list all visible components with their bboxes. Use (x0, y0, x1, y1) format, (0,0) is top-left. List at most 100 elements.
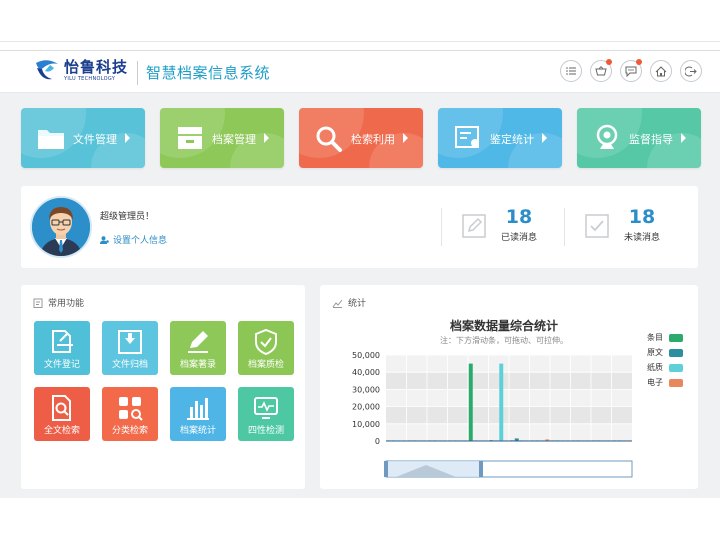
list-icon[interactable] (560, 60, 582, 82)
home-icon[interactable] (650, 60, 672, 82)
bar-电子[interactable] (442, 440, 447, 441)
legend-label: 原文 (647, 348, 663, 357)
bar-条目[interactable] (489, 440, 494, 441)
tile-archive-management[interactable]: 档案管理 (160, 108, 284, 168)
unread-label: 未读消息 (624, 233, 661, 243)
zoom-handle[interactable] (384, 461, 388, 477)
bar-电子[interactable] (504, 440, 509, 441)
notification-dot (606, 59, 612, 65)
bar-纸质[interactable] (396, 440, 401, 441)
y-tick-label: 0 (375, 437, 380, 446)
bar-纸质[interactable] (540, 440, 545, 441)
folder-icon (38, 130, 64, 149)
legend-item[interactable]: 纸质 (647, 360, 683, 375)
bar-原文[interactable] (473, 440, 478, 441)
zoom-slider[interactable] (385, 460, 633, 478)
bar-电子[interactable] (545, 439, 550, 441)
func-fulltext-search[interactable]: 全文检索 (34, 387, 90, 441)
bar-纸质[interactable] (417, 440, 422, 441)
bar-条目[interactable] (448, 440, 453, 441)
message-icon[interactable] (620, 59, 642, 82)
header: 怡鲁科技 YILU TECHNOLOGY 智慧档案信息系统 (0, 51, 720, 93)
bar-纸质[interactable] (437, 440, 442, 441)
bar-原文[interactable] (576, 440, 581, 441)
tile-label: 检索利用 (351, 133, 395, 146)
bar-原文[interactable] (535, 440, 540, 441)
bar-原文[interactable] (453, 440, 458, 441)
unread-messages-stat[interactable]: 18 未读消息 (584, 208, 660, 243)
tile-label: 档案管理 (212, 133, 256, 146)
bar-纸质[interactable] (622, 440, 627, 441)
func-archive-record[interactable]: 档案著录 (170, 321, 226, 375)
bar-纸质[interactable] (499, 363, 504, 441)
func-quality-check[interactable]: 档案质检 (238, 321, 294, 375)
tile-supervision-guidance[interactable]: 监督指导 (577, 108, 701, 168)
tile-file-management[interactable]: 文件管理 (21, 108, 145, 168)
bar-条目[interactable] (530, 440, 535, 441)
function-grid: 文件登记 文件归档 档案著录 档案质检 全文检索 分类检索 档案统计 四性检测 (34, 321, 294, 441)
bar-原文[interactable] (412, 440, 417, 441)
bar-条目[interactable] (509, 440, 514, 441)
legend-item[interactable]: 原文 (647, 345, 683, 360)
bar-纸质[interactable] (560, 440, 565, 441)
bar-条目[interactable] (468, 363, 473, 441)
bar-原文[interactable] (514, 438, 519, 441)
legend-label: 电子 (647, 378, 663, 387)
bar-纸质[interactable] (519, 440, 524, 441)
bar-原文[interactable] (596, 440, 601, 441)
bar-条目[interactable] (612, 440, 617, 441)
func-file-register[interactable]: 文件登记 (34, 321, 90, 375)
basket-icon[interactable] (590, 59, 612, 82)
tile-appraisal-statistics[interactable]: 鉴定统计 (438, 108, 562, 168)
tile-search-use[interactable]: 检索利用 (299, 108, 423, 168)
bar-原文[interactable] (617, 440, 622, 441)
bar-电子[interactable] (606, 440, 611, 441)
bar-纸质[interactable] (601, 440, 606, 441)
bar-条目[interactable] (386, 440, 391, 441)
bar-条目[interactable] (571, 440, 576, 441)
divider (564, 208, 565, 246)
top-bar (0, 0, 720, 42)
bar-电子[interactable] (565, 440, 570, 441)
bar-纸质[interactable] (478, 440, 483, 441)
bar-电子[interactable] (627, 440, 632, 441)
bar-纸质[interactable] (581, 440, 586, 441)
bar-纸质[interactable] (458, 440, 463, 441)
logout-icon[interactable] (680, 60, 702, 82)
logo-mark-icon (36, 60, 58, 80)
zoom-handle[interactable] (479, 461, 483, 477)
func-category-search[interactable]: 分类检索 (102, 387, 158, 441)
bar-电子[interactable] (483, 440, 488, 441)
profile-link-label: 设置个人信息 (113, 236, 168, 246)
bar-条目[interactable] (427, 440, 432, 441)
search-icon (316, 126, 342, 152)
bar-原文[interactable] (432, 440, 437, 441)
monitor-check-icon (254, 397, 278, 419)
func-four-property-check[interactable]: 四性检测 (238, 387, 294, 441)
bar-电子[interactable] (422, 440, 427, 441)
bar-电子[interactable] (401, 440, 406, 441)
bar-条目[interactable] (550, 440, 555, 441)
bar-条目[interactable] (407, 440, 412, 441)
profile-settings-link[interactable]: 设置个人信息 (100, 233, 167, 246)
bar-原文[interactable] (555, 440, 560, 441)
legend-item[interactable]: 条目 (647, 330, 683, 345)
bar-原文[interactable] (494, 440, 499, 441)
bar-电子[interactable] (463, 440, 468, 441)
zoom-selection[interactable] (386, 461, 481, 477)
func-label: 档案质检 (247, 360, 284, 370)
bar-原文[interactable] (391, 440, 396, 441)
func-label: 文件归档 (111, 360, 148, 370)
func-statistics[interactable]: 档案统计 (170, 387, 226, 441)
func-label: 四性检测 (247, 426, 284, 436)
bar-条目[interactable] (591, 440, 596, 441)
tile-label: 监督指导 (629, 133, 673, 146)
bar-电子[interactable] (586, 440, 591, 441)
func-label: 分类检索 (111, 426, 148, 436)
read-messages-stat[interactable]: 18 已读消息 (461, 208, 537, 243)
legend-item[interactable]: 电子 (647, 375, 683, 390)
bar-电子[interactable] (524, 440, 529, 441)
statistics-icon (187, 398, 209, 420)
func-file-archive[interactable]: 文件归档 (102, 321, 158, 375)
read-label: 已读消息 (501, 233, 538, 243)
